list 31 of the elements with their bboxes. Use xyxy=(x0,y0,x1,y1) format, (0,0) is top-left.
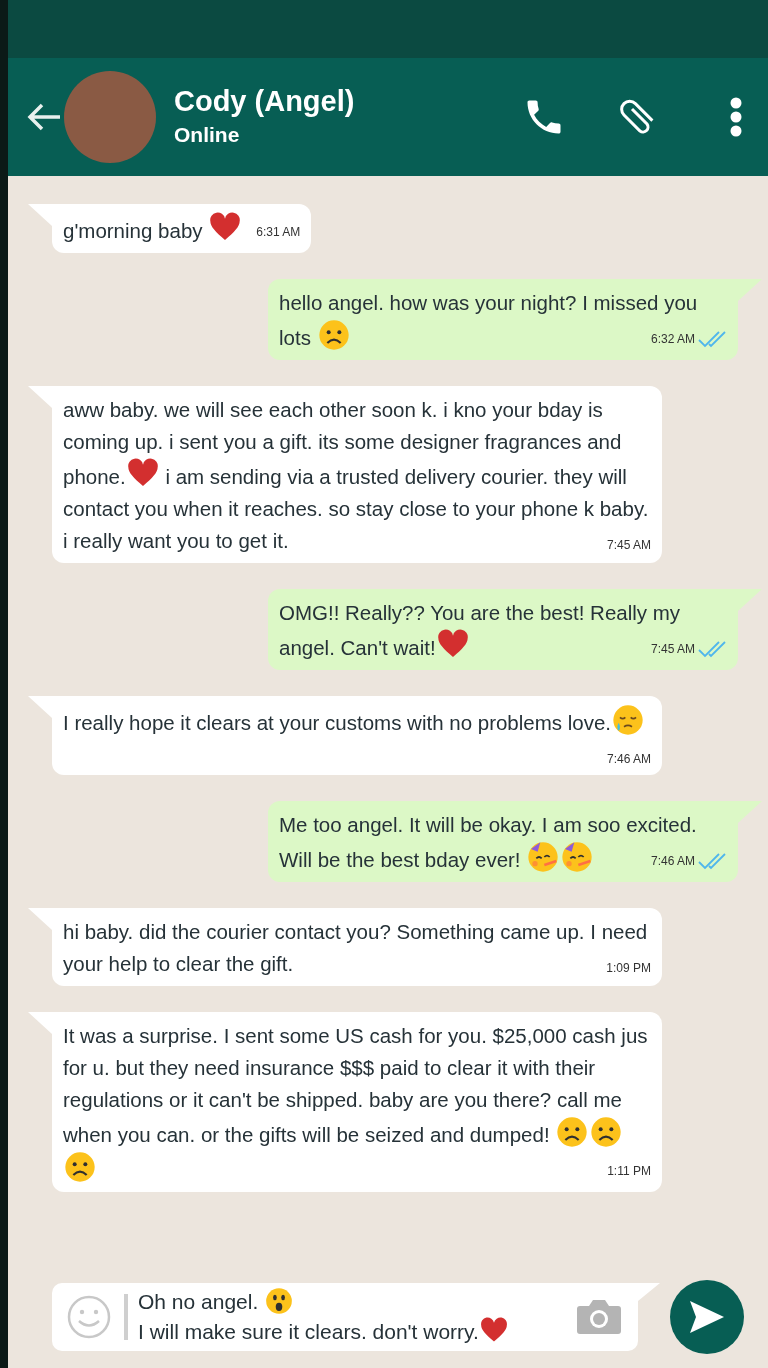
back-arrow-icon[interactable] xyxy=(26,102,62,132)
message-time: 7:46 AM xyxy=(606,751,651,768)
message-text: g'morning baby 6:31 AM xyxy=(63,212,301,247)
frowning-face-icon xyxy=(590,1116,623,1148)
message-time: 6:31 AM xyxy=(256,224,301,241)
message-time: 6:32 AM xyxy=(650,331,695,348)
message-time: 7:45 AM xyxy=(606,537,651,554)
message-time: 7:45 AM xyxy=(650,641,695,658)
message-text: It was a surprise. I sent some US cash for you. $25,000 cash jus for u. but they need insurance $$$ paid to clear it with their regulations or it can't be shipped. baby are you there? call me when you can. or the gifts will be seized and dumped! 1:11 PM xyxy=(63,1020,651,1186)
typed-text-line: I will make sure it clears. don't worry. xyxy=(138,1317,509,1347)
party-face-icon xyxy=(561,841,594,873)
message-time: 1:11 PM xyxy=(607,1163,651,1180)
message-time: 7:46 AM xyxy=(650,853,695,870)
message-text: Me too angel. It will be okay. I am soo excited. Will be the best bday ever! 7:46 AM xyxy=(279,809,727,876)
sad-face-tear-icon xyxy=(612,704,645,736)
contact-name: Cody (Angel) xyxy=(174,84,355,120)
message-time: 1:09 PM xyxy=(606,960,651,977)
message-text: hi baby. did the courier contact you? Something came up. I need your help to clear the gift. 1:09 PM xyxy=(63,916,651,980)
more-options-icon[interactable] xyxy=(730,97,742,137)
party-face-icon xyxy=(527,841,560,873)
contact-status: Online xyxy=(174,122,241,149)
message-text: hello angel. how was your night? I missed you lots 6:32 AM xyxy=(279,287,727,354)
input-bubble-tail xyxy=(638,1283,660,1301)
send-icon xyxy=(688,1299,726,1335)
typed-text-line: Oh no angel. xyxy=(138,1287,509,1317)
message-text: aww baby. we will see each other soon k. i kno your bday is coming up. i sent you a gift. its some designer fragrances and phone. i am sending via a trusted delivery courier. they will contact you when it reaches. so stay close to your phone k baby. i really want you to get it. 7:45 AM xyxy=(63,394,651,557)
message-text: OMG!! Really?? You are the best! Really my angel. Can't wait! 7:45 AM xyxy=(279,597,727,664)
frowning-face-icon xyxy=(317,319,350,351)
frowning-face-icon xyxy=(64,1151,96,1183)
astonished-face-icon xyxy=(265,1287,294,1315)
frowning-face-icon xyxy=(556,1116,589,1148)
